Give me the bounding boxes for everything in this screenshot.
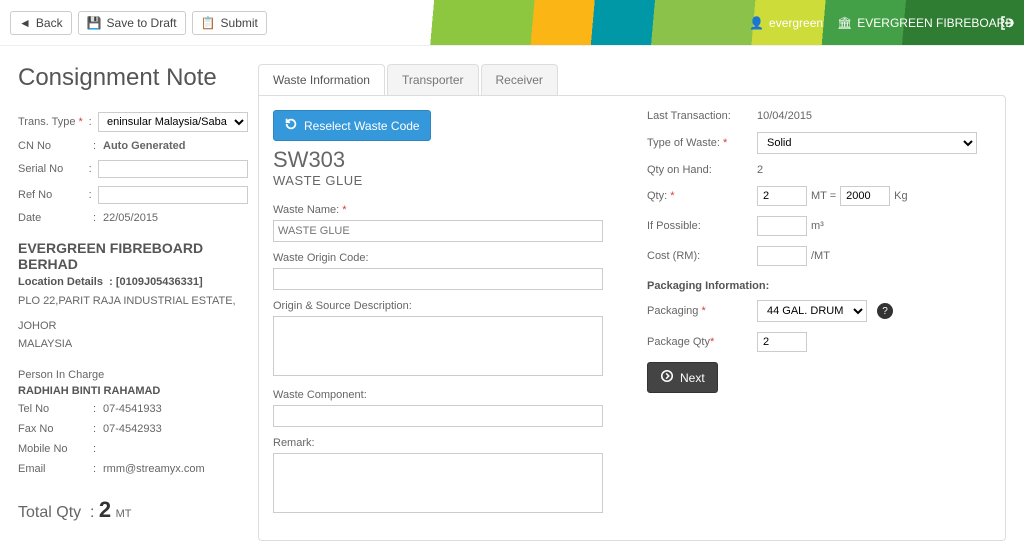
waste-origin-code-input[interactable] — [273, 268, 603, 290]
logout-icon[interactable] — [990, 0, 1024, 45]
cost-unit: /MT — [811, 250, 830, 262]
serial-label: Serial No — [18, 163, 89, 175]
cn-no-value: Auto Generated — [103, 140, 248, 152]
save-draft-button[interactable]: 💾 Save to Draft — [78, 11, 186, 35]
total-qty-value: 2 — [99, 497, 111, 522]
org-link[interactable]: 🏛 EVERGREEN FIBREBOARD — [837, 16, 1014, 30]
tel-label: Tel No — [18, 403, 93, 415]
tab-receiver[interactable]: Receiver — [481, 64, 558, 95]
package-qty-label: Package Qty* — [647, 336, 757, 348]
save-draft-label: Save to Draft — [107, 16, 177, 30]
trans-type-label: Trans. Type * — [18, 116, 89, 128]
mobile-label: Mobile No — [18, 443, 93, 455]
qty-input[interactable] — [757, 186, 807, 206]
location-label: Location Details — [18, 276, 103, 288]
cn-no-label: CN No — [18, 140, 93, 152]
location-code: [0109J05436331] — [116, 276, 203, 288]
possible-label: If Possible: — [647, 220, 757, 232]
pic-label: Person In Charge — [18, 366, 248, 385]
last-trans-value: 10/04/2015 — [757, 110, 991, 122]
company-name: EVERGREEN FIBREBOARD BERHAD — [18, 240, 248, 272]
remark-input[interactable] — [273, 453, 603, 513]
waste-name-label: Waste Name: * — [273, 204, 617, 216]
date-value: 22/05/2015 — [103, 212, 248, 224]
user-icon: 👤 — [749, 16, 764, 30]
email-label: Email — [18, 463, 93, 475]
undo-icon — [284, 117, 298, 134]
waste-component-input[interactable] — [273, 405, 603, 427]
pic-name: RADHIAH BINTI RAHAMAD — [18, 385, 248, 397]
last-trans-label: Last Transaction: — [647, 110, 757, 122]
address-line-2: JOHOR — [18, 317, 248, 336]
qty-kg-unit: Kg — [894, 190, 907, 202]
tel-value: 07-4541933 — [103, 403, 248, 415]
qty-mt-label: MT = — [811, 190, 836, 202]
waste-origin-code-label: Waste Origin Code: — [273, 252, 617, 264]
submit-button[interactable]: 📋 Submit — [192, 11, 267, 35]
username-label: evergreen — [769, 16, 823, 30]
possible-unit: m³ — [811, 220, 824, 232]
help-icon[interactable]: ? — [877, 303, 893, 319]
save-icon: 💾 — [87, 16, 102, 30]
reselect-label: Reselect Waste Code — [304, 119, 420, 133]
packaging-head: Packaging Information: — [647, 280, 991, 292]
email-value: rmm@streamyx.com — [103, 463, 248, 475]
waste-component-label: Waste Component: — [273, 389, 617, 401]
waste-name-input[interactable] — [273, 220, 603, 242]
back-label: Back — [36, 16, 63, 30]
next-label: Next — [680, 371, 705, 385]
user-link[interactable]: 👤 evergreen — [749, 16, 823, 30]
ref-input[interactable] — [98, 186, 248, 204]
ref-label: Ref No — [18, 189, 89, 201]
date-label: Date — [18, 212, 93, 224]
cost-label: Cost (RM): — [647, 250, 757, 262]
type-of-waste-select[interactable]: Solid — [757, 132, 977, 154]
trans-type-select[interactable]: eninsular Malaysia/Sabah/Sarawak — [98, 112, 248, 132]
serial-input[interactable] — [98, 160, 248, 178]
total-qty-label: Total Qty — [18, 504, 81, 521]
arrow-right-circle-icon — [660, 369, 674, 386]
arrow-left-icon: ◄ — [19, 16, 31, 30]
address-line-3: MALAYSIA — [18, 335, 248, 354]
next-button[interactable]: Next — [647, 362, 718, 393]
back-button[interactable]: ◄ Back — [10, 11, 72, 35]
page-title: Consignment Note — [18, 64, 248, 92]
submit-label: Submit — [221, 16, 258, 30]
packaging-select[interactable]: 44 GAL. DRUM — [757, 300, 867, 322]
origin-desc-label: Origin & Source Description: — [273, 300, 617, 312]
cost-input[interactable] — [757, 246, 807, 266]
qty-kg-input[interactable] — [840, 186, 890, 206]
qty-label: Qty: * — [647, 190, 757, 202]
origin-desc-input[interactable] — [273, 316, 603, 376]
waste-code-name: WASTE GLUE — [273, 173, 617, 188]
fax-label: Fax No — [18, 423, 93, 435]
submit-icon: 📋 — [201, 16, 216, 30]
reselect-waste-code-button[interactable]: Reselect Waste Code — [273, 110, 431, 141]
org-icon: 🏛 — [837, 16, 852, 30]
total-qty-unit: MT — [116, 508, 132, 520]
tab-waste-information[interactable]: Waste Information — [258, 64, 385, 95]
qoh-value: 2 — [757, 164, 991, 176]
remark-label: Remark: — [273, 437, 617, 449]
type-of-waste-label: Type of Waste: * — [647, 137, 757, 149]
waste-code: SW303 — [273, 147, 617, 173]
fax-value: 07-4542933 — [103, 423, 248, 435]
possible-input[interactable] — [757, 216, 807, 236]
packaging-label: Packaging * — [647, 305, 757, 317]
tab-transporter[interactable]: Transporter — [387, 64, 479, 95]
package-qty-input[interactable] — [757, 332, 807, 352]
qoh-label: Qty on Hand: — [647, 164, 757, 176]
address-line-1: PLO 22,PARIT RAJA INDUSTRIAL ESTATE, — [18, 292, 248, 311]
